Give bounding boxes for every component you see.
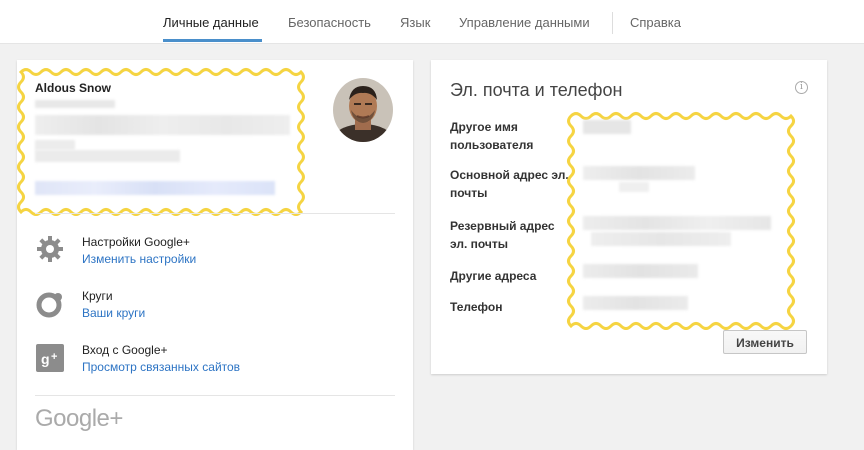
redacted-text xyxy=(35,150,180,162)
redacted-value xyxy=(591,232,731,246)
google-plus-logo: Google+ xyxy=(35,405,123,432)
info-icon[interactable]: i xyxy=(795,81,808,94)
redacted-text xyxy=(35,115,290,135)
redacted-value xyxy=(583,166,695,180)
gear-icon xyxy=(35,234,65,264)
redacted-link xyxy=(35,181,275,195)
your-circles-link[interactable]: Ваши круги xyxy=(82,306,145,320)
field-label-backup-email: Резервный адрес эл. почты xyxy=(450,219,555,251)
redacted-value xyxy=(583,216,771,230)
svg-text:+: + xyxy=(51,351,57,363)
user-name: Aldous Snow xyxy=(35,81,111,95)
field-label-other-addresses: Другие адреса xyxy=(450,269,537,283)
field-label-alt-username: Другое имя пользователя xyxy=(450,120,534,152)
redacted-value xyxy=(583,264,698,278)
card-title: Эл. почта и телефон xyxy=(450,80,623,100)
redacted-value xyxy=(583,296,688,310)
profile-card: Aldous Snow Настройки Google+ Изменить н… xyxy=(17,60,413,450)
nav-divider xyxy=(612,12,613,34)
divider xyxy=(35,395,395,396)
field-label-primary-email: Основной адрес эл. почты xyxy=(450,168,569,200)
tab-language[interactable]: Язык xyxy=(400,15,430,30)
linked-sites-link[interactable]: Просмотр связанных сайтов xyxy=(82,360,240,374)
tab-personal-info[interactable]: Личные данные xyxy=(163,15,259,30)
edit-settings-link[interactable]: Изменить настройки xyxy=(82,252,196,266)
redacted-value xyxy=(619,182,649,192)
field-label-phone: Телефон xyxy=(450,300,503,314)
redacted-value xyxy=(583,120,631,134)
active-tab-indicator xyxy=(163,39,262,42)
tab-security[interactable]: Безопасность xyxy=(288,15,371,30)
service-title: Настройки Google+ xyxy=(82,235,190,249)
google-plus-icon: g + xyxy=(35,343,65,373)
contact-card: Эл. почта и телефон i Другое имя пользов… xyxy=(431,60,827,374)
service-title: Круги xyxy=(82,289,113,303)
top-nav: Личные данные Безопасность Язык Управлен… xyxy=(0,0,864,44)
avatar[interactable] xyxy=(333,78,393,142)
redacted-text xyxy=(35,140,75,150)
circles-icon xyxy=(35,289,65,319)
divider xyxy=(35,213,395,214)
edit-button[interactable]: Изменить xyxy=(723,330,807,354)
tab-data-management[interactable]: Управление данными xyxy=(459,15,590,30)
redacted-text xyxy=(35,100,115,108)
tab-help[interactable]: Справка xyxy=(630,15,681,30)
service-title: Вход с Google+ xyxy=(82,343,168,357)
svg-text:g: g xyxy=(41,351,50,367)
